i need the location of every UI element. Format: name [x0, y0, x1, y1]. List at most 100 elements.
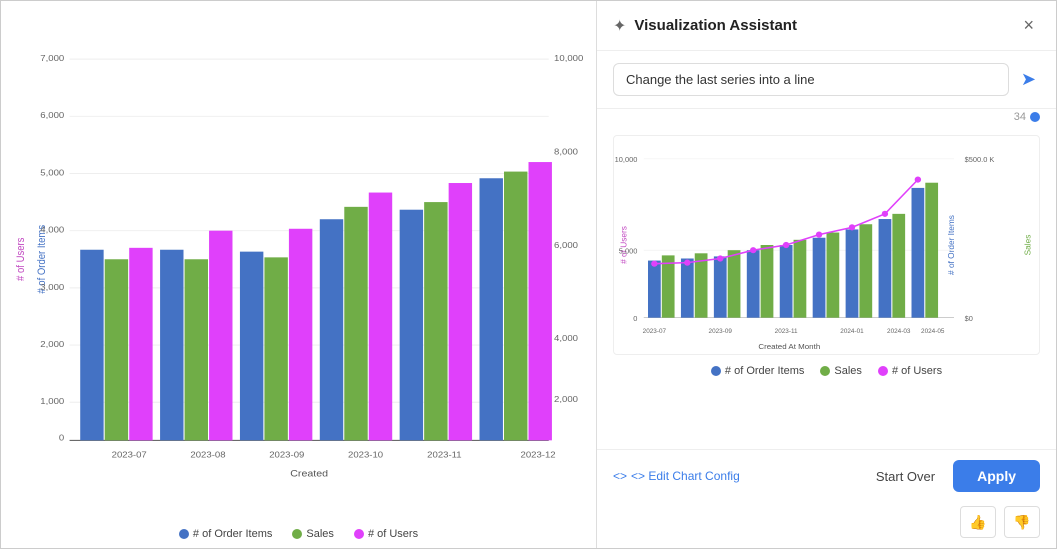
thumbs-up-button[interactable]: 👍 — [960, 506, 996, 538]
svg-text:10,000: 10,000 — [615, 155, 638, 164]
close-button[interactable]: × — [1017, 13, 1040, 38]
svg-text:# of Users: # of Users — [619, 226, 629, 264]
preview-chart: # of Users # of Order Items Sales 10,000… — [613, 135, 1040, 355]
legend-item-orders: # of Order Items — [179, 528, 272, 540]
thumbs-up-icon: 👍 — [969, 514, 986, 531]
svg-text:2023-09: 2023-09 — [709, 328, 733, 335]
svg-text:2,000: 2,000 — [554, 395, 578, 404]
apply-button[interactable]: Apply — [953, 460, 1040, 492]
bar-orders-1 — [160, 250, 183, 441]
chart-legend: # of Order Items Sales # of Users — [1, 528, 596, 540]
x-axis-label: Created — [290, 469, 328, 479]
bar-users-3 — [369, 193, 392, 441]
bar-sales-0 — [105, 259, 128, 440]
preview-legend-dot-sales — [820, 366, 830, 376]
wand-icon: ✦ — [613, 16, 626, 36]
bar-sales-1 — [185, 259, 208, 440]
preview-legend-label-users: # of Users — [892, 365, 942, 377]
preview-area: # of Users # of Order Items Sales 10,000… — [597, 127, 1056, 449]
bar-orders-3 — [320, 219, 343, 440]
input-area: ➤ — [597, 51, 1056, 109]
bar-orders-5 — [480, 178, 503, 440]
bar-orders-0 — [80, 250, 103, 441]
preview-legend-dot-users — [878, 366, 888, 376]
preview-legend-sales: Sales — [820, 365, 862, 377]
x-tick-4: 2023-11 — [427, 450, 461, 459]
legend-item-sales: Sales — [292, 528, 334, 540]
svg-text:2,000: 2,000 — [40, 339, 64, 348]
start-over-button[interactable]: Start Over — [866, 463, 945, 490]
preview-legend-label-sales: Sales — [834, 365, 862, 377]
thumbs-down-button[interactable]: 👎 — [1004, 506, 1040, 538]
legend-label-sales: Sales — [306, 528, 334, 540]
token-indicator — [1030, 112, 1040, 122]
edit-chart-button[interactable]: <> <> Edit Chart Config — [613, 469, 740, 483]
svg-text:6,000: 6,000 — [40, 111, 64, 120]
svg-text:5,000: 5,000 — [619, 246, 638, 255]
left-chart-svg: # of Users # of Order Items 7,000 6,000 … — [11, 21, 586, 488]
bar-users-2 — [289, 229, 312, 441]
right-panel: ✦ Visualization Assistant × ➤ 34 # of Us… — [596, 1, 1056, 548]
legend-dot-orders — [179, 529, 189, 539]
thumbs-down-icon: 👎 — [1013, 514, 1030, 531]
panel-footer: <> <> Edit Chart Config Start Over Apply — [597, 449, 1056, 502]
bar-users-4 — [449, 183, 472, 440]
panel-title: Visualization Assistant — [634, 17, 1009, 34]
edit-chart-icon: <> — [613, 469, 627, 483]
legend-item-users: # of Users — [354, 528, 418, 540]
svg-text:2024-05: 2024-05 — [921, 328, 945, 335]
svg-text:2023-11: 2023-11 — [775, 328, 798, 335]
bar-users-5 — [529, 162, 552, 440]
svg-text:4,000: 4,000 — [554, 334, 578, 343]
bar-sales-2 — [264, 257, 287, 440]
x-tick-2: 2023-09 — [269, 450, 304, 459]
svg-text:4,000: 4,000 — [40, 225, 64, 234]
preview-legend: # of Order Items Sales # of Users — [613, 361, 1040, 381]
svg-text:Sales: Sales — [1022, 235, 1032, 256]
svg-text:8,000: 8,000 — [554, 147, 578, 156]
legend-label-orders: # of Order Items — [193, 528, 272, 540]
svg-text:10,000: 10,000 — [554, 53, 583, 62]
preview-legend-users: # of Users — [878, 365, 942, 377]
x-tick-0: 2023-07 — [112, 450, 147, 459]
bar-orders-4 — [400, 210, 423, 441]
send-button[interactable]: ➤ — [1017, 65, 1040, 94]
svg-text:Created At Month: Created At Month — [758, 342, 820, 351]
svg-text:$0: $0 — [965, 314, 973, 323]
svg-text:3,000: 3,000 — [40, 282, 64, 291]
x-tick-1: 2023-08 — [190, 450, 225, 459]
bar-sales-4 — [424, 202, 447, 440]
preview-chart-svg: # of Users # of Order Items Sales 10,000… — [614, 136, 1039, 354]
panel-header: ✦ Visualization Assistant × — [597, 1, 1056, 51]
preview-legend-orders: # of Order Items — [711, 365, 804, 377]
prompt-input[interactable] — [613, 63, 1009, 96]
x-tick-3: 2023-10 — [348, 450, 383, 459]
svg-text:0: 0 — [59, 433, 64, 442]
legend-dot-sales — [292, 529, 302, 539]
legend-dot-users — [354, 529, 364, 539]
main-container: # of Users # of Order Items 7,000 6,000 … — [0, 0, 1057, 549]
bar-users-0 — [129, 248, 152, 441]
token-count: 34 — [1014, 111, 1026, 123]
edit-chart-label: <> Edit Chart Config — [631, 469, 740, 483]
bar-orders-2 — [240, 252, 263, 441]
svg-text:5,000: 5,000 — [40, 168, 64, 177]
svg-text:2024-01: 2024-01 — [840, 328, 864, 335]
svg-text:0: 0 — [633, 314, 637, 323]
footer-right: Start Over Apply — [866, 460, 1040, 492]
token-area: 34 — [597, 109, 1056, 127]
y-axis-users-label: # of Users — [15, 238, 27, 281]
bar-sales-5 — [504, 172, 527, 441]
svg-text:$500.0 K: $500.0 K — [965, 155, 995, 164]
legend-label-users: # of Users — [368, 528, 418, 540]
svg-text:6,000: 6,000 — [554, 240, 578, 249]
preview-legend-dot-orders — [711, 366, 721, 376]
left-chart-area: # of Users # of Order Items 7,000 6,000 … — [1, 1, 596, 548]
feedback-area: 👍 👎 — [597, 502, 1056, 548]
svg-text:1,000: 1,000 — [40, 397, 64, 406]
x-tick-5: 2023-12 — [521, 450, 556, 459]
svg-text:2024-03: 2024-03 — [887, 328, 911, 335]
svg-text:# of Order Items: # of Order Items — [946, 215, 956, 275]
svg-text:7,000: 7,000 — [40, 53, 64, 62]
preview-legend-label-orders: # of Order Items — [725, 365, 804, 377]
